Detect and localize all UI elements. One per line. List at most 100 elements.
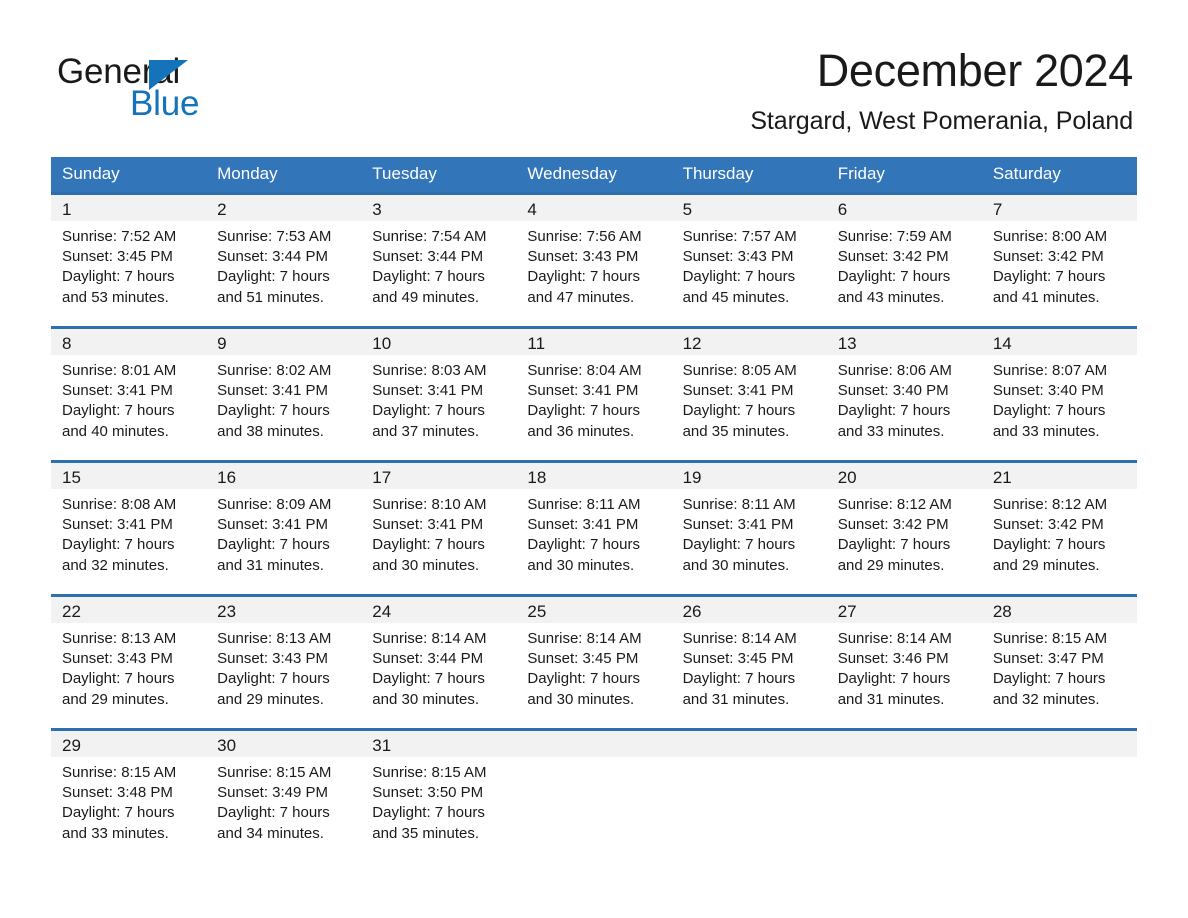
calendar-day-cell[interactable]: 11 Sunrise: 8:04 AM Sunset: 3:41 PM Dayl… — [516, 326, 672, 460]
calendar-day-cell[interactable]: 26 Sunrise: 8:14 AM Sunset: 3:45 PM Dayl… — [671, 594, 827, 728]
sunrise-text: Sunrise: 8:02 AM — [217, 362, 332, 379]
daylight-text-line1: Daylight: 7 hours — [62, 402, 175, 420]
day-details: Sunrise: 8:15 AM Sunset: 3:48 PM Dayligh… — [51, 757, 206, 844]
daylight-text-line1: Daylight: 7 hours — [372, 536, 485, 554]
weekday-header-tuesday: Tuesday — [361, 157, 517, 192]
sunset-text: Sunset: 3:44 PM — [372, 248, 484, 266]
daylight-text-line1: Daylight: 7 hours — [62, 268, 175, 286]
day-details: Sunrise: 8:05 AM Sunset: 3:41 PM Dayligh… — [672, 355, 827, 442]
daylight-text-line1: Daylight: 7 hours — [217, 536, 330, 554]
day-details: Sunrise: 8:15 AM Sunset: 3:49 PM Dayligh… — [206, 757, 361, 844]
calendar-day-cell[interactable]: 4 Sunrise: 7:56 AM Sunset: 3:43 PM Dayli… — [516, 192, 672, 326]
sunset-text: Sunset: 3:49 PM — [217, 784, 329, 802]
day-details: Sunrise: 8:04 AM Sunset: 3:41 PM Dayligh… — [516, 355, 671, 442]
day-details: Sunrise: 8:14 AM Sunset: 3:45 PM Dayligh… — [672, 623, 827, 710]
daylight-text-line2: and 29 minutes. — [217, 690, 324, 708]
daylight-text-line1: Daylight: 7 hours — [527, 268, 640, 286]
sunset-text: Sunset: 3:41 PM — [217, 516, 329, 534]
day-number: 3 — [361, 192, 517, 221]
calendar-day-cell[interactable]: 8 Sunrise: 8:01 AM Sunset: 3:41 PM Dayli… — [51, 326, 207, 460]
sunrise-text: Sunrise: 8:14 AM — [682, 630, 797, 647]
calendar-day-cell[interactable]: 15 Sunrise: 8:08 AM Sunset: 3:41 PM Dayl… — [51, 460, 207, 594]
calendar-day-cell[interactable]: 28 Sunrise: 8:15 AM Sunset: 3:47 PM Dayl… — [981, 594, 1137, 728]
day-number: 21 — [981, 460, 1137, 489]
month-calendar-table: Sunday Monday Tuesday Wednesday Thursday… — [51, 157, 1137, 848]
calendar-day-cell[interactable]: 30 Sunrise: 8:15 AM Sunset: 3:49 PM Dayl… — [206, 728, 362, 848]
calendar-header-row: Sunday Monday Tuesday Wednesday Thursday… — [51, 157, 1137, 192]
day-number: 20 — [826, 460, 982, 489]
calendar-day-cell[interactable]: 17 Sunrise: 8:10 AM Sunset: 3:41 PM Dayl… — [361, 460, 517, 594]
daylight-text-line2: and 36 minutes. — [527, 422, 635, 440]
sunset-text: Sunset: 3:41 PM — [682, 516, 794, 534]
sunrise-text: Sunrise: 8:15 AM — [992, 630, 1108, 647]
calendar-day-cell[interactable]: 1 Sunrise: 7:52 AM Sunset: 3:45 PM Dayli… — [51, 192, 207, 326]
calendar-day-cell[interactable]: 6 Sunrise: 7:59 AM Sunset: 3:42 PM Dayli… — [826, 192, 982, 326]
sunrise-text: Sunrise: 8:09 AM — [217, 496, 332, 513]
calendar-day-cell[interactable]: 20 Sunrise: 8:12 AM Sunset: 3:42 PM Dayl… — [826, 460, 982, 594]
calendar-day-cell[interactable]: 24 Sunrise: 8:14 AM Sunset: 3:44 PM Dayl… — [361, 594, 517, 728]
calendar-day-cell[interactable]: 16 Sunrise: 8:09 AM Sunset: 3:41 PM Dayl… — [206, 460, 362, 594]
calendar-day-cell[interactable]: 10 Sunrise: 8:03 AM Sunset: 3:41 PM Dayl… — [361, 326, 517, 460]
sunset-text: Sunset: 3:41 PM — [527, 516, 639, 534]
day-number: 26 — [671, 594, 827, 623]
day-number: 10 — [361, 326, 517, 355]
daylight-text-line1: Daylight: 7 hours — [372, 268, 485, 286]
calendar-day-cell[interactable]: 19 Sunrise: 8:11 AM Sunset: 3:41 PM Dayl… — [671, 460, 827, 594]
sunset-text: Sunset: 3:42 PM — [992, 516, 1104, 534]
sunrise-text: Sunrise: 8:01 AM — [62, 362, 177, 379]
sunset-text: Sunset: 3:41 PM — [62, 382, 173, 400]
day-number: 8 — [51, 326, 207, 355]
daylight-text-line2: and 33 minutes. — [837, 422, 945, 440]
calendar-day-cell[interactable]: 5 Sunrise: 7:57 AM Sunset: 3:43 PM Dayli… — [671, 192, 827, 326]
daylight-text-line1: Daylight: 7 hours — [62, 804, 175, 822]
daylight-text-line2: and 37 minutes. — [372, 422, 480, 440]
page-title: December 2024 — [816, 45, 1134, 96]
calendar-day-cell[interactable]: 21 Sunrise: 8:12 AM Sunset: 3:42 PM Dayl… — [981, 460, 1137, 594]
daylight-text-line2: and 31 minutes. — [837, 690, 945, 708]
sunrise-text: Sunrise: 8:12 AM — [837, 496, 952, 513]
day-number: 23 — [206, 594, 362, 623]
day-details: Sunrise: 8:12 AM Sunset: 3:42 PM Dayligh… — [982, 489, 1137, 576]
calendar-day-cell[interactable]: 9 Sunrise: 8:02 AM Sunset: 3:41 PM Dayli… — [206, 326, 362, 460]
calendar-day-cell[interactable]: 2 Sunrise: 7:53 AM Sunset: 3:44 PM Dayli… — [206, 192, 362, 326]
daylight-text-line1: Daylight: 7 hours — [837, 268, 951, 286]
daylight-text-line2: and 35 minutes. — [682, 422, 790, 440]
calendar-week-row: 29 Sunrise: 8:15 AM Sunset: 3:48 PM Dayl… — [51, 728, 1137, 848]
daylight-text-line2: and 40 minutes. — [62, 422, 169, 440]
calendar-day-cell[interactable]: 23 Sunrise: 8:13 AM Sunset: 3:43 PM Dayl… — [206, 594, 362, 728]
sunrise-text: Sunrise: 8:08 AM — [62, 496, 177, 513]
sunrise-text: Sunrise: 7:59 AM — [837, 228, 952, 245]
calendar-day-cell[interactable]: 14 Sunrise: 8:07 AM Sunset: 3:40 PM Dayl… — [981, 326, 1137, 460]
calendar-day-cell[interactable]: 13 Sunrise: 8:06 AM Sunset: 3:40 PM Dayl… — [826, 326, 982, 460]
calendar-day-cell[interactable]: 25 Sunrise: 8:14 AM Sunset: 3:45 PM Dayl… — [516, 594, 672, 728]
day-number: 17 — [361, 460, 517, 489]
sunset-text: Sunset: 3:45 PM — [62, 248, 173, 266]
sunset-text: Sunset: 3:43 PM — [682, 248, 794, 266]
sunset-text: Sunset: 3:45 PM — [682, 650, 794, 668]
calendar-day-cell[interactable]: 18 Sunrise: 8:11 AM Sunset: 3:41 PM Dayl… — [516, 460, 672, 594]
daylight-text-line1: Daylight: 7 hours — [682, 402, 796, 420]
calendar-day-cell[interactable]: 7 Sunrise: 8:00 AM Sunset: 3:42 PM Dayli… — [981, 192, 1137, 326]
daylight-text-line2: and 43 minutes. — [837, 288, 945, 306]
calendar-day-cell[interactable]: 27 Sunrise: 8:14 AM Sunset: 3:46 PM Dayl… — [826, 594, 982, 728]
calendar-day-cell-empty — [516, 728, 672, 848]
day-details: Sunrise: 7:52 AM Sunset: 3:45 PM Dayligh… — [51, 221, 206, 308]
sunset-text: Sunset: 3:42 PM — [837, 248, 949, 266]
calendar-day-cell[interactable]: 22 Sunrise: 8:13 AM Sunset: 3:43 PM Dayl… — [51, 594, 207, 728]
calendar-day-cell[interactable]: 12 Sunrise: 8:05 AM Sunset: 3:41 PM Dayl… — [671, 326, 827, 460]
daylight-text-line1: Daylight: 7 hours — [527, 536, 640, 554]
calendar-day-cell[interactable]: 3 Sunrise: 7:54 AM Sunset: 3:44 PM Dayli… — [361, 192, 517, 326]
weekday-header-sunday: Sunday — [51, 157, 207, 192]
calendar-day-cell[interactable]: 31 Sunrise: 8:15 AM Sunset: 3:50 PM Dayl… — [361, 728, 517, 848]
day-details: Sunrise: 8:07 AM Sunset: 3:40 PM Dayligh… — [982, 355, 1137, 442]
daylight-text-line2: and 29 minutes. — [992, 556, 1100, 574]
calendar-day-cell[interactable]: 29 Sunrise: 8:15 AM Sunset: 3:48 PM Dayl… — [51, 728, 207, 848]
daylight-text-line2: and 34 minutes. — [217, 824, 324, 842]
sunset-text: Sunset: 3:43 PM — [217, 650, 329, 668]
day-number — [516, 728, 672, 757]
calendar-week-row: 15 Sunrise: 8:08 AM Sunset: 3:41 PM Dayl… — [51, 460, 1137, 594]
day-number: 28 — [981, 594, 1137, 623]
day-number: 13 — [826, 326, 982, 355]
daylight-text-line1: Daylight: 7 hours — [217, 670, 330, 688]
general-blue-logo[interactable]: General Blue — [57, 52, 357, 123]
